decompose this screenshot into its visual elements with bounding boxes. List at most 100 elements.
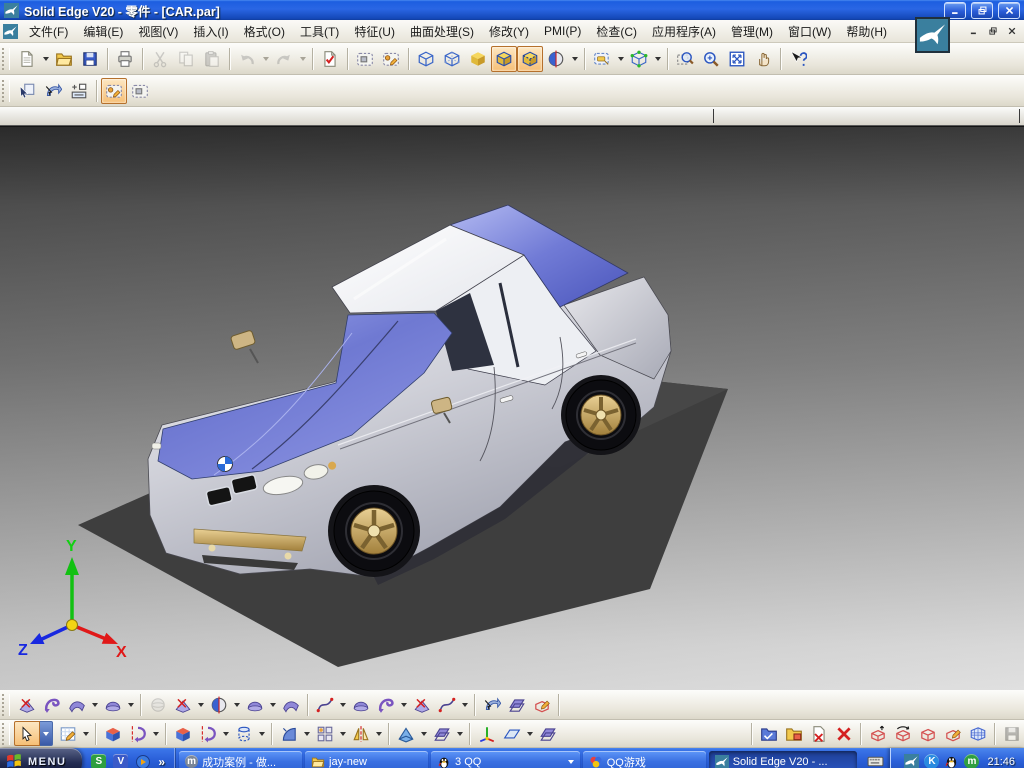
task-solid-edge[interactable]: Solid Edge V20 - ...	[709, 751, 858, 768]
rotate-face-button[interactable]	[890, 722, 915, 746]
select-visible-button[interactable]	[14, 78, 40, 104]
zoom-area-button[interactable]	[672, 46, 698, 72]
tray-m-icon[interactable]: m	[964, 754, 979, 768]
menu-pmi[interactable]: PMI(P)	[537, 22, 588, 40]
task-group-dropdown[interactable]	[568, 760, 574, 764]
menu-tools[interactable]: 工具(T)	[293, 21, 346, 42]
view-overrides-button[interactable]	[589, 46, 615, 72]
bounded-surface-button[interactable]	[64, 693, 89, 717]
task-jay-new[interactable]: jay-new	[305, 751, 428, 768]
start-button[interactable]: MENU	[0, 748, 82, 768]
print-button[interactable]	[112, 46, 138, 72]
media-player-icon[interactable]	[135, 754, 151, 768]
select-tool-dropdown[interactable]	[40, 721, 53, 746]
named-views-button[interactable]	[626, 46, 652, 72]
fit-button[interactable]	[724, 46, 750, 72]
delete-faces-button[interactable]	[806, 722, 831, 746]
menu-window[interactable]: 窗口(W)	[781, 21, 838, 42]
sketch-dropdown[interactable]	[80, 722, 91, 746]
contour-curve-dropdown[interactable]	[267, 693, 278, 717]
split-curve-dropdown[interactable]	[337, 693, 348, 717]
swept-surface-button[interactable]	[100, 693, 125, 717]
offset-surface-lock-button[interactable]	[529, 693, 554, 717]
bounded-surface-dropdown[interactable]	[89, 693, 100, 717]
fence-select-button[interactable]	[352, 46, 378, 72]
new-button[interactable]	[14, 46, 40, 72]
open-button[interactable]	[51, 46, 77, 72]
draft-button[interactable]	[393, 722, 418, 746]
revolved-cutout-dropdown[interactable]	[220, 722, 231, 746]
delete-button[interactable]	[831, 722, 856, 746]
feature-grip[interactable]	[2, 723, 10, 745]
swept-curve-dropdown[interactable]	[398, 693, 409, 717]
menu-modify[interactable]: 修改(Y)	[482, 21, 536, 42]
minimize-button[interactable]	[944, 2, 966, 19]
menu-insert[interactable]: 插入(I)	[186, 21, 235, 42]
round-button[interactable]	[276, 722, 301, 746]
select-from-drawing-button[interactable]	[40, 78, 66, 104]
protrusion-button[interactable]	[100, 722, 125, 746]
tray-solid-edge-icon[interactable]	[904, 754, 919, 768]
trim-surface-button[interactable]	[434, 693, 459, 717]
cutout-button[interactable]	[170, 722, 195, 746]
menu-format[interactable]: 格式(O)	[237, 21, 292, 42]
quick-launch-s-icon[interactable]: S	[91, 754, 106, 768]
menu-file[interactable]: 文件(F)	[22, 21, 75, 42]
wireframe-view-button[interactable]	[413, 46, 439, 72]
quick-launch-overflow[interactable]: »	[158, 755, 165, 768]
hole-button[interactable]	[231, 722, 256, 746]
split-curve-button[interactable]	[312, 693, 337, 717]
menu-manage[interactable]: 管理(M)	[724, 21, 780, 42]
hole-dropdown[interactable]	[256, 722, 267, 746]
input-method-indicator[interactable]	[861, 748, 890, 768]
restore-button[interactable]	[971, 2, 993, 19]
mirror-dropdown[interactable]	[373, 722, 384, 746]
tray-qq-icon[interactable]	[944, 754, 959, 768]
reference-plane-dropdown[interactable]	[524, 722, 535, 746]
validate-document-button[interactable]	[317, 46, 343, 72]
pan-button[interactable]	[750, 46, 776, 72]
thicken-button[interactable]	[535, 722, 560, 746]
render-mode-button[interactable]	[543, 46, 569, 72]
extend-surface-button[interactable]	[479, 693, 504, 717]
move-face-button[interactable]	[865, 722, 890, 746]
revolved-protrusion-dropdown[interactable]	[150, 722, 161, 746]
revolved-protrusion-button[interactable]	[125, 722, 150, 746]
quick-launch-v-icon[interactable]: V	[113, 754, 128, 768]
sketch-button[interactable]	[55, 722, 80, 746]
offset-face-button[interactable]	[915, 722, 940, 746]
task-qq-games[interactable]: QQ游戏	[583, 751, 706, 768]
3d-model-canvas[interactable]: Y X Z	[0, 127, 1024, 690]
visible-hidden-edges-button[interactable]	[517, 46, 543, 72]
menu-inspect[interactable]: 检查(C)	[589, 21, 644, 42]
select-filter-sketch-button[interactable]	[127, 78, 153, 104]
menu-surfacing[interactable]: 曲面处理(S)	[403, 21, 481, 42]
select-tool-button[interactable]	[14, 721, 40, 746]
mdi-close-button[interactable]	[1003, 24, 1021, 38]
keypoint-curve-dropdown[interactable]	[231, 693, 242, 717]
menu-help[interactable]: 帮助(H)	[839, 21, 894, 42]
save-button[interactable]	[77, 46, 103, 72]
bluesurf-button[interactable]	[348, 693, 373, 717]
swept-curve-button[interactable]	[373, 693, 398, 717]
part-copy-button[interactable]	[756, 722, 781, 746]
revolved-surface-button[interactable]	[39, 693, 64, 717]
keypoint-curve-button[interactable]	[206, 693, 231, 717]
thin-wall-dropdown[interactable]	[454, 722, 465, 746]
edit-face-button[interactable]	[940, 722, 965, 746]
draft-dropdown[interactable]	[418, 722, 429, 746]
help-pointer-button[interactable]	[785, 46, 811, 72]
mdi-restore-button[interactable]	[984, 24, 1002, 38]
reference-plane-button[interactable]	[499, 722, 524, 746]
update-views-button[interactable]	[66, 78, 92, 104]
select-filter-faces-button[interactable]	[101, 78, 127, 104]
thin-wall-button[interactable]	[429, 722, 454, 746]
close-button[interactable]	[998, 2, 1020, 19]
zoom-button[interactable]	[698, 46, 724, 72]
split-surface-button[interactable]	[409, 693, 434, 717]
task-chenggonganli[interactable]: m 成功案例 - 做...	[179, 751, 302, 768]
mdi-minimize-button[interactable]	[965, 24, 983, 38]
tray-k-icon[interactable]: K	[924, 754, 939, 768]
render-mode-dropdown[interactable]	[569, 47, 580, 71]
shaded-with-edges-button[interactable]	[491, 46, 517, 72]
